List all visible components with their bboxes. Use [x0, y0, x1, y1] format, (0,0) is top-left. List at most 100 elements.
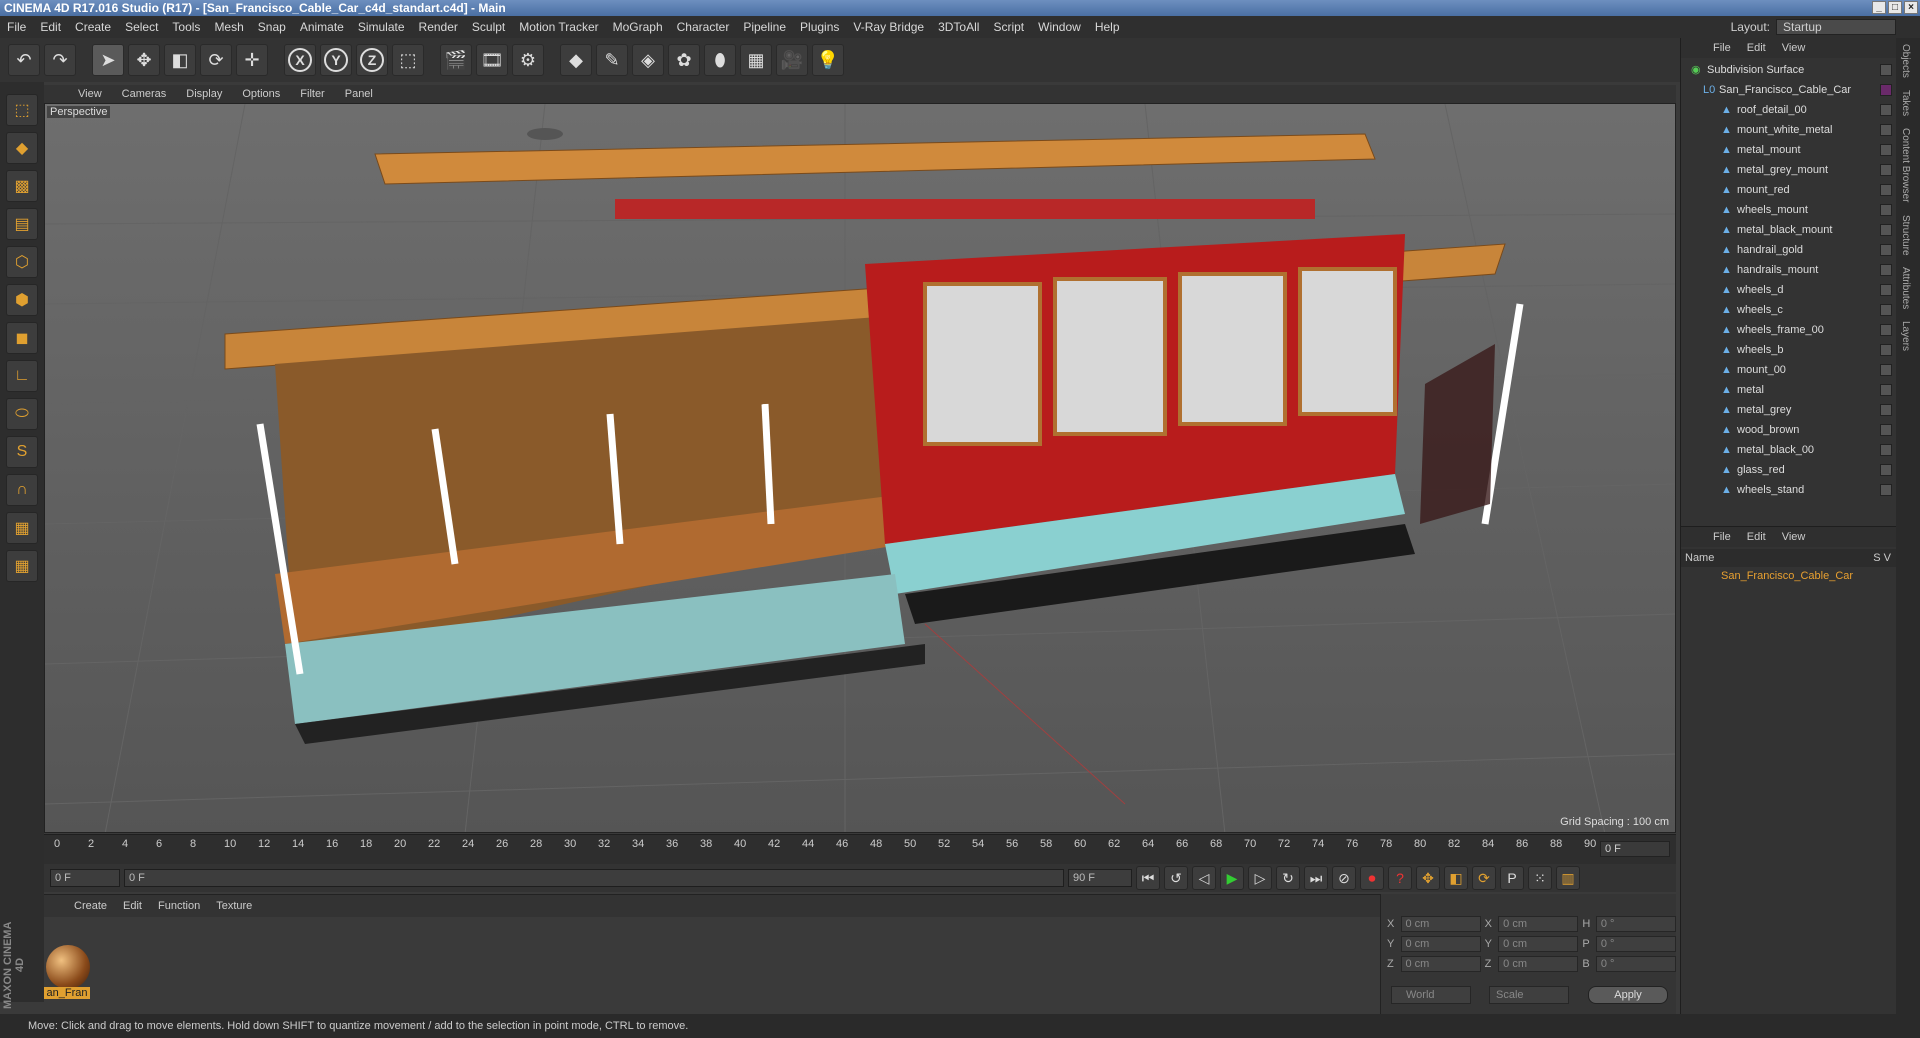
viewport-menu-panel[interactable]: Panel [335, 88, 383, 100]
material-name[interactable]: an_Fran [44, 987, 90, 999]
object-item[interactable]: L0 San_Francisco_Cable_Car [1681, 80, 1896, 100]
object-item[interactable]: ▲ metal_black_mount [1681, 220, 1896, 240]
viewport-menu-display[interactable]: Display [176, 88, 232, 100]
previous-frame-icon[interactable]: ◁ [1192, 866, 1216, 890]
points-mode-icon[interactable]: ⬡ [6, 246, 38, 278]
menu-motion-tracker[interactable]: Motion Tracker [512, 20, 605, 34]
visibility-check-icon[interactable] [1880, 204, 1892, 216]
material-menu-edit[interactable]: Edit [115, 900, 150, 912]
menu-3dtoall[interactable]: 3DToAll [931, 20, 986, 34]
start-frame-field[interactable]: 0 F [50, 869, 120, 887]
material-menu-texture[interactable]: Texture [208, 900, 260, 912]
menu-character[interactable]: Character [670, 20, 737, 34]
object-item[interactable]: ▲ mount_red [1681, 180, 1896, 200]
layer-item[interactable]: San_Francisco_Cable_Car [1681, 567, 1897, 585]
side-tab-layers[interactable]: Layers [1896, 315, 1915, 357]
go-to-end-icon[interactable]: ⏭ [1304, 866, 1328, 890]
timeline-ruler[interactable]: 0 2 4 6 8 10 12 14 16 18 20 22 24 26 28 30 32 34 36 38 40 42 4… [44, 834, 1676, 864]
scale-mode-dropdown[interactable]: Scale [1489, 986, 1569, 1004]
scale-tool-icon[interactable]: ◧ [164, 44, 196, 76]
menu-animate[interactable]: Animate [293, 20, 351, 34]
visibility-check-icon[interactable] [1880, 144, 1892, 156]
maximize-button[interactable]: □ [1888, 1, 1902, 14]
light-icon[interactable]: 💡 [812, 44, 844, 76]
visibility-check-icon[interactable] [1880, 404, 1892, 416]
material-menu-create[interactable]: Create [66, 900, 115, 912]
menu-v-ray-bridge[interactable]: V-Ray Bridge [846, 20, 931, 34]
menu-help[interactable]: Help [1088, 20, 1127, 34]
coord-mode-dropdown[interactable]: World [1391, 986, 1471, 1004]
object-menu-view[interactable]: View [1774, 42, 1814, 54]
object-item[interactable]: ▲ wheels_frame_00 [1681, 320, 1896, 340]
magnet-icon[interactable]: ∩ [6, 474, 38, 506]
live-select-icon[interactable]: ✛ [236, 44, 268, 76]
edges-mode-icon[interactable]: ⬢ [6, 284, 38, 316]
object-item[interactable]: ▲ metal_black_00 [1681, 440, 1896, 460]
record-keys-icon[interactable]: ⊘ [1332, 866, 1356, 890]
visibility-check-icon[interactable] [1880, 224, 1892, 236]
menu-snap[interactable]: Snap [251, 20, 293, 34]
minimize-button[interactable]: _ [1872, 1, 1886, 14]
deformer-icon[interactable]: ⬮ [704, 44, 736, 76]
object-item[interactable]: ▲ handrails_mount [1681, 260, 1896, 280]
menu-script[interactable]: Script [986, 20, 1031, 34]
current-frame-field[interactable]: 0 F [1600, 841, 1670, 857]
size-y-field[interactable]: 0 cm [1498, 936, 1579, 952]
object-item[interactable]: ▲ wheels_mount [1681, 200, 1896, 220]
visibility-check-icon[interactable] [1880, 244, 1892, 256]
visibility-check-icon[interactable] [1880, 184, 1892, 196]
floor-icon[interactable]: ▦ [740, 44, 772, 76]
camera-icon[interactable]: 🎥 [776, 44, 808, 76]
workplane-icon[interactable]: ▤ [6, 208, 38, 240]
planar-workplane-icon[interactable]: ▦ [6, 550, 38, 582]
side-tab-objects[interactable]: Objects [1896, 38, 1915, 84]
tweak-mode-icon[interactable]: ⬭ [6, 398, 38, 430]
visibility-check-icon[interactable] [1880, 164, 1892, 176]
layer-menu-view[interactable]: View [1774, 531, 1814, 543]
visibility-check-icon[interactable] [1880, 284, 1892, 296]
object-item[interactable]: ▲ handrail_gold [1681, 240, 1896, 260]
visibility-check-icon[interactable] [1880, 104, 1892, 116]
visibility-check-icon[interactable] [1880, 344, 1892, 356]
menu-select[interactable]: Select [118, 20, 165, 34]
layer-menu-file[interactable]: File [1705, 531, 1739, 543]
material-preview[interactable] [46, 945, 90, 989]
object-item[interactable]: ◉ Subdivision Surface [1681, 60, 1896, 80]
object-item[interactable]: ▲ wheels_d [1681, 280, 1896, 300]
pos-z-field[interactable]: 0 cm [1400, 956, 1481, 972]
object-item[interactable]: ▲ metal_mount [1681, 140, 1896, 160]
side-tab-takes[interactable]: Takes [1896, 84, 1915, 122]
make-editable-icon[interactable]: ⬚ [6, 94, 38, 126]
object-item[interactable]: ▲ wood_brown [1681, 420, 1896, 440]
y-axis-icon[interactable]: Y [320, 44, 352, 76]
undo-icon[interactable]: ↶ [8, 44, 40, 76]
coordinate-system-icon[interactable]: ⬚ [392, 44, 424, 76]
visibility-check-icon[interactable] [1880, 424, 1892, 436]
pen-icon[interactable]: ✎ [596, 44, 628, 76]
render-picture-viewer-icon[interactable]: 🎞 [476, 44, 508, 76]
visibility-check-icon[interactable] [1880, 364, 1892, 376]
render-view-icon[interactable]: 🎬 [440, 44, 472, 76]
lock-workplane-icon[interactable]: ▦ [6, 512, 38, 544]
rot-b-field[interactable]: 0 ° [1595, 956, 1676, 972]
z-axis-icon[interactable]: Z [356, 44, 388, 76]
cloner-icon[interactable]: ✿ [668, 44, 700, 76]
render-settings-icon[interactable]: ⚙ [512, 44, 544, 76]
menu-sculpt[interactable]: Sculpt [465, 20, 512, 34]
menu-mograph[interactable]: MoGraph [606, 20, 670, 34]
menu-edit[interactable]: Edit [33, 20, 68, 34]
object-item[interactable]: ▲ metal_grey_mount [1681, 160, 1896, 180]
object-menu-file[interactable]: File [1705, 42, 1739, 54]
viewport-menu-view[interactable]: View [68, 88, 112, 100]
side-tab-content-browser[interactable]: Content Browser [1896, 122, 1915, 208]
timeline-window-icon[interactable]: ▥ [1556, 866, 1580, 890]
visibility-check-icon[interactable] [1880, 384, 1892, 396]
visibility-check-icon[interactable] [1880, 264, 1892, 276]
side-tab-attributes[interactable]: Attributes [1896, 261, 1915, 315]
object-item[interactable]: ▲ metal [1681, 380, 1896, 400]
redo-icon[interactable]: ↷ [44, 44, 76, 76]
frame-range-slider[interactable]: 0 F [124, 869, 1064, 887]
viewport-menu-filter[interactable]: Filter [290, 88, 334, 100]
previous-key-icon[interactable]: ↺ [1164, 866, 1188, 890]
x-axis-icon[interactable]: X [284, 44, 316, 76]
